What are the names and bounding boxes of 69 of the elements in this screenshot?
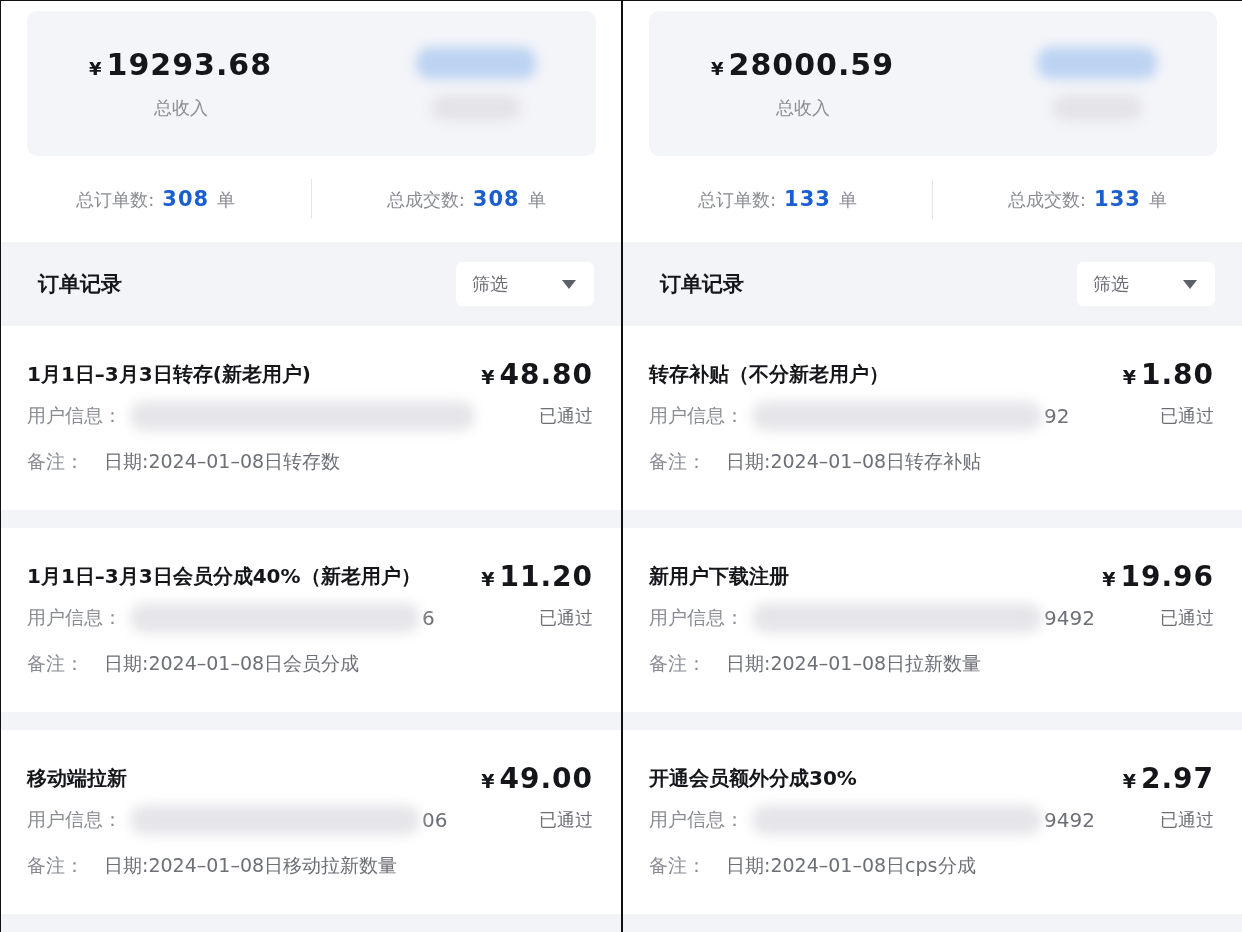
order-card[interactable]: 1月1日–3月3日会员分成40%（新老用户） ¥11.20 用户信息： 6 已通过 备注： 日期:2024–01–08日会员分成	[1, 528, 621, 712]
order-card[interactable]: 新用户下载注册 ¥19.96 用户信息： 9492 已通过 备注： 日期:2024–01–08日拉新数量	[623, 528, 1242, 712]
order-amount: ¥11.20	[481, 559, 593, 593]
order-title: 开通会员额外分成30%	[649, 764, 858, 792]
total-income-amount: ¥19293.68	[89, 47, 273, 82]
note-text: 日期:2024–01–08日拉新数量	[726, 651, 982, 676]
stat-label: 总成交数:	[1008, 187, 1087, 212]
status-text: 已通过	[1159, 606, 1214, 630]
order-card[interactable]: 转存补贴（不分新老用户） ¥1.80 用户信息： 92 已通过 备注： 日期:2024–01–08日转存补贴	[623, 326, 1242, 510]
user-info-label: 用户信息：	[649, 807, 744, 832]
stat-label: 总成交数:	[386, 187, 465, 212]
stat-value: 308	[472, 186, 520, 211]
stat-label: 总订单数:	[698, 187, 777, 212]
stat-value: 133	[784, 186, 831, 211]
note-text: 日期:2024–01–08日转存补贴	[726, 449, 982, 474]
order-amount: ¥1.80	[1122, 357, 1214, 391]
section-title: 订单记录	[38, 271, 122, 299]
order-title: 移动端拉新	[27, 764, 128, 792]
note-label: 备注：	[649, 853, 706, 878]
order-title: 新用户下载注册	[649, 562, 790, 590]
stat-label: 总订单数:	[76, 187, 155, 212]
caret-icon	[1183, 279, 1197, 289]
order-card[interactable]: 移动端拉新 ¥49.00 用户信息： 06 已通过 备注： 日期:2024–01–08日移动拉新数量	[1, 730, 621, 914]
note-label: 备注：	[27, 449, 84, 474]
order-title: 转存补贴（不分新老用户）	[649, 360, 890, 388]
user-info-value: 9492	[1044, 606, 1095, 630]
stat-value: 308	[162, 186, 210, 211]
status-text: 已通过	[538, 404, 593, 428]
stat-unit: 单	[527, 187, 546, 212]
note-label: 备注：	[27, 651, 84, 676]
order-title: 1月1日–3月3日会员分成40%（新老用户）	[27, 562, 422, 590]
user-info-label: 用户信息：	[27, 605, 122, 630]
total-income-label: 总收入	[153, 96, 208, 120]
status-text: 已通过	[1159, 808, 1214, 832]
note-text: 日期:2024–01–08日cps分成	[726, 853, 976, 878]
order-amount: ¥49.00	[481, 761, 593, 795]
user-info-value: 92	[1044, 404, 1070, 428]
stat-unit: 单	[1148, 187, 1167, 212]
note-label: 备注：	[27, 853, 84, 878]
note-text: 日期:2024–01–08日转存数	[104, 449, 341, 474]
status-text: 已通过	[1159, 404, 1214, 428]
stat-value: 133	[1094, 186, 1141, 211]
order-card[interactable]: 开通会员额外分成30% ¥2.97 用户信息： 9492 已通过 备注： 日期:2024–01–08日cps分成	[623, 730, 1242, 914]
order-amount: ¥19.96	[1102, 559, 1214, 593]
status-text: 已通过	[538, 808, 593, 832]
stat-unit: 单	[217, 187, 236, 212]
order-card[interactable]: 1月1日–3月3日转存(新老用户) ¥48.80 用户信息： 已通过 备注： 日期:2024–01–08日转存数	[1, 326, 621, 510]
user-info-value: 06	[422, 808, 448, 832]
note-text: 日期:2024–01–08日会员分成	[104, 651, 360, 676]
total-income-label: 总收入	[775, 96, 830, 120]
note-text: 日期:2024–01–08日移动拉新数量	[104, 853, 398, 878]
order-title: 1月1日–3月3日转存(新老用户)	[27, 360, 312, 388]
section-title: 订单记录	[660, 271, 744, 299]
stat-unit: 单	[838, 187, 857, 212]
filter-dropdown[interactable]: 筛选	[456, 262, 594, 307]
note-label: 备注：	[649, 449, 706, 474]
note-label: 备注：	[649, 651, 706, 676]
caret-icon	[562, 279, 576, 289]
order-amount: ¥48.80	[481, 357, 593, 391]
user-info-label: 用户信息：	[27, 403, 122, 428]
total-income-amount: ¥28000.59	[711, 47, 895, 82]
user-info-value: 6	[422, 606, 435, 630]
filter-dropdown[interactable]: 筛选	[1077, 262, 1215, 307]
user-info-label: 用户信息：	[649, 403, 744, 428]
status-text: 已通过	[538, 606, 593, 630]
user-info-label: 用户信息：	[27, 807, 122, 832]
user-info-value: 9492	[1044, 808, 1095, 832]
order-amount: ¥2.97	[1122, 761, 1214, 795]
user-info-label: 用户信息：	[649, 605, 744, 630]
